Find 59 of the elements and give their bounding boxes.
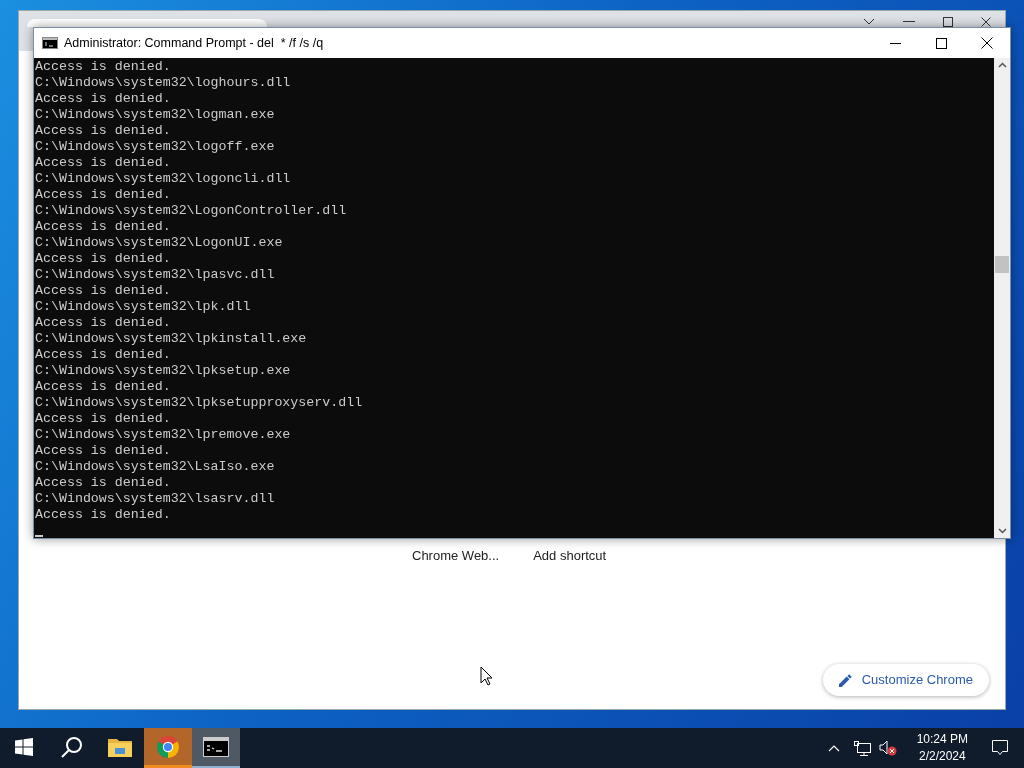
- console-line: Access is denied.: [35, 443, 171, 459]
- console-line: C:\Windows\system32\lpremove.exe: [35, 427, 291, 443]
- chrome-logo-icon: [156, 734, 180, 759]
- maximize-icon: [935, 37, 947, 49]
- scroll-up-icon[interactable]: [997, 62, 1007, 68]
- console-icon: [203, 737, 229, 757]
- minimize-icon: [889, 42, 901, 44]
- pencil-icon: [838, 673, 852, 687]
- close-icon: [981, 37, 993, 49]
- minimize-icon[interactable]: [903, 20, 915, 23]
- console-line: Access is denied.: [35, 219, 171, 235]
- window-title: Administrator: Command Prompt - del * /f /s /q: [64, 34, 324, 52]
- console-line: Access is denied.: [35, 187, 171, 203]
- notification-icon[interactable]: [992, 740, 1008, 756]
- windows-logo-icon: [15, 738, 33, 756]
- clock-date[interactable]: 2/2/2024: [918, 748, 966, 765]
- console-line: C:\Windows\system32\logman.exe: [35, 107, 275, 123]
- console-line: Access is denied.: [35, 251, 171, 267]
- taskbar-button[interactable]: [192, 728, 240, 768]
- console-icon: [42, 37, 58, 49]
- console-line: Access is denied.: [35, 411, 171, 427]
- chevron-up-icon[interactable]: [827, 744, 840, 752]
- muted-speaker-icon[interactable]: [878, 740, 897, 756]
- console-line: Access is denied.: [35, 91, 171, 107]
- chevron-down-icon[interactable]: [863, 17, 875, 26]
- scrollbar-thumb[interactable]: [995, 256, 1009, 273]
- console-line: Access is denied.: [35, 379, 171, 395]
- close-icon[interactable]: [981, 16, 991, 27]
- console-line: C:\Windows\system32\lpksetup.exe: [35, 363, 291, 379]
- text-cursor: [35, 535, 43, 537]
- scroll-down-icon[interactable]: [997, 528, 1007, 534]
- console-line: Access is denied.: [35, 347, 171, 363]
- folder-icon: [108, 737, 132, 757]
- console-line: C:\Windows\system32\logoncli.dll: [35, 171, 291, 187]
- clock-time[interactable]: 10:24 PM: [916, 731, 968, 748]
- shortcut-link[interactable]: Chrome Web...: [412, 546, 500, 566]
- console-line: C:\Windows\system32\lpasvc.dll: [35, 267, 275, 283]
- search-icon: [60, 735, 84, 759]
- console-line: Access is denied.: [35, 315, 171, 331]
- console-line: Access is denied.: [35, 155, 171, 171]
- network-icon[interactable]: [853, 740, 871, 756]
- console-line: C:\Windows\system32\LogonUI.exe: [35, 235, 283, 251]
- console-line: C:\Windows\system32\lsasrv.dll: [35, 491, 275, 507]
- console-line: C:\Windows\system32\loghours.dll: [35, 75, 291, 91]
- customize-chrome-button[interactable]: Customize Chrome: [822, 664, 989, 696]
- console-line: C:\Windows\system32\lpksetupproxyserv.dll: [35, 395, 363, 411]
- console-line: Access is denied.: [35, 507, 171, 523]
- console-line: Access is denied.: [35, 123, 171, 139]
- console-line: Access is denied.: [35, 283, 171, 299]
- mouse-cursor-icon: [480, 666, 493, 686]
- console-line: C:\Windows\system32\logoff.exe: [35, 139, 275, 155]
- console-line: C:\Windows\system32\lpkinstall.exe: [35, 331, 307, 347]
- console-line: C:\Windows\system32\LsaIso.exe: [35, 459, 275, 475]
- console-line: C:\Windows\system32\LogonController.dll: [35, 203, 347, 219]
- console-line: C:\Windows\system32\lpk.dll: [35, 299, 251, 315]
- console-line: Access is denied.: [35, 59, 171, 75]
- console-line: Access is denied.: [35, 475, 171, 491]
- maximize-icon[interactable]: [943, 16, 953, 27]
- shortcut-link[interactable]: Add shortcut: [533, 546, 607, 566]
